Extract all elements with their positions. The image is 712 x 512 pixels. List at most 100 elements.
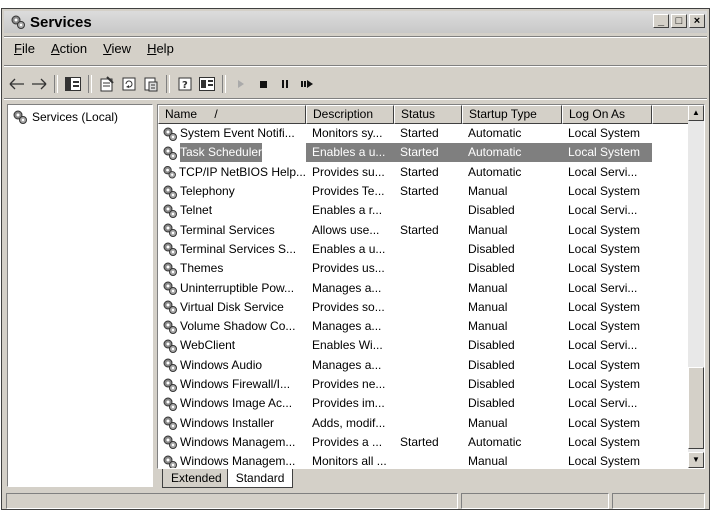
service-startup-type: Manual [468, 299, 508, 314]
column-header-description[interactable]: Description [306, 105, 394, 124]
refresh-button[interactable] [118, 73, 140, 95]
service-description: Provides im... [312, 396, 385, 411]
column-header-description-label: Description [313, 107, 374, 121]
tree-item-services-local[interactable]: Services (Local) [12, 109, 118, 125]
service-description: Provides us... [312, 261, 385, 276]
export-list-button[interactable] [140, 73, 162, 95]
pause-service-button[interactable] [274, 73, 296, 95]
tab-standard-label: Standard [235, 471, 285, 485]
service-log-on-as: Local System [568, 222, 641, 237]
service-log-on-as: Local Servi... [568, 203, 638, 218]
services-window: Services _ □ × File Action View Help ? S… [1, 8, 710, 510]
service-startup-type: Manual [468, 184, 508, 199]
service-row[interactable]: Telephony Provides Te... Started Manual Loca… [158, 182, 690, 201]
restart-service-button[interactable] [296, 73, 318, 95]
forward-button[interactable] [28, 73, 50, 95]
play-icon [238, 80, 244, 88]
menu-file[interactable]: File [6, 39, 43, 59]
service-description: Enables a u... [306, 143, 394, 163]
service-row[interactable]: Windows Managem... Provides a ... Started A… [158, 433, 690, 452]
tab-extended[interactable]: Extended [162, 469, 231, 488]
column-header-name[interactable]: Name / [158, 105, 306, 124]
service-gear-icon [163, 242, 177, 257]
service-description: Monitors sy... [312, 126, 383, 141]
service-name: Themes [180, 261, 224, 276]
help-button[interactable]: ? [174, 73, 196, 95]
view-tabs: Extended Standard [162, 469, 294, 489]
service-description: Provides a ... [312, 434, 383, 449]
stop-service-button[interactable] [252, 73, 274, 95]
service-row[interactable]: Windows Image Ac... Provides im... Disable… [158, 394, 690, 413]
column-header-log-on-as[interactable]: Log On As [562, 105, 652, 124]
menu-file-label: File [14, 41, 35, 56]
service-row[interactable]: Virtual Disk Service Provides so... Manual… [158, 298, 690, 317]
service-row[interactable]: Themes Provides us... Disabled Local System [158, 259, 690, 278]
back-button[interactable] [6, 73, 28, 95]
service-gear-icon [163, 339, 177, 353]
service-row[interactable]: TCP/IP NetBIOS Help... Provides su... Star… [158, 163, 690, 182]
service-gear-icon [163, 358, 177, 373]
toolbar-separator [88, 75, 92, 93]
forward-arrow-icon [32, 78, 47, 90]
service-name: Terminal Services S... [180, 241, 297, 256]
service-log-on-as: Local System [568, 434, 641, 449]
service-name-cell: Windows Image Ac... [158, 394, 306, 413]
menu-action[interactable]: Action [43, 39, 95, 59]
properties-button[interactable] [96, 73, 118, 95]
service-name: Windows Managem... [180, 454, 296, 469]
service-name: TCP/IP NetBIOS Help... [178, 164, 306, 179]
scroll-thumb[interactable] [688, 367, 704, 449]
service-startup-type: Manual [468, 319, 508, 334]
help-icon: ? [178, 77, 192, 91]
menu-action-label: Action [50, 41, 88, 56]
service-row[interactable]: WebClient Enables Wi... Disabled Local Serv… [158, 336, 690, 355]
maximize-button[interactable]: □ [671, 14, 687, 28]
refresh-icon [122, 77, 136, 91]
service-name: Windows Managem... [180, 434, 296, 449]
service-row[interactable]: Windows Firewall/I... Provides ne... Disab… [158, 375, 690, 394]
service-name: Windows Installer [180, 415, 275, 430]
service-status [394, 240, 462, 259]
service-description: Enables a u... [312, 241, 386, 256]
service-row[interactable]: Windows Managem... Monitors all ... Manual… [158, 452, 690, 469]
service-row[interactable]: Telnet Enables a r... Disabled Local Servi.… [158, 201, 690, 220]
title-bar[interactable]: Services _ □ × [4, 11, 707, 33]
service-name: Telnet [180, 203, 213, 218]
column-header-log-on-as-label: Log On As [569, 107, 626, 121]
menu-help[interactable]: Help [139, 39, 182, 59]
column-header-status-label: Status [401, 107, 436, 121]
service-row[interactable]: Task Scheduler Enables a u... Started Autom… [158, 143, 690, 163]
service-row[interactable]: Volume Shadow Co... Manages a... Manual Loc… [158, 317, 690, 336]
start-service-button[interactable] [230, 73, 252, 95]
service-description: Monitors all ... [312, 454, 387, 469]
service-name: Uninterruptible Pow... [180, 280, 295, 295]
service-row[interactable]: Windows Audio Manages a... Disabled Local S… [158, 356, 690, 375]
service-row[interactable]: Windows Installer Adds, modif... Manual Loc… [158, 413, 690, 432]
service-startup-type: Manual [468, 280, 508, 295]
scroll-down-button[interactable]: ▼ [688, 452, 704, 468]
stop-icon [260, 81, 267, 88]
column-header-startup-type[interactable]: Startup Type [462, 105, 562, 124]
service-name: Virtual Disk Service [180, 299, 284, 314]
menu-bar: File Action View Help [6, 39, 182, 59]
service-name: Terminal Services [180, 222, 275, 237]
service-name: Telephony [180, 184, 235, 199]
service-row[interactable]: System Event Notifi... Monitors sy... Star… [158, 124, 690, 143]
show-hide-tree-button[interactable] [62, 73, 84, 95]
service-name-cell: Themes [158, 259, 306, 278]
service-log-on-as: Local System [568, 299, 641, 314]
view-button[interactable] [196, 73, 218, 95]
close-button[interactable]: × [689, 14, 705, 28]
vertical-scrollbar[interactable]: ▲ ▼ [688, 105, 704, 468]
menu-view[interactable]: View [95, 39, 139, 59]
service-row[interactable]: Terminal Services S... Enables a u... Disa… [158, 240, 690, 259]
service-row[interactable]: Terminal Services Allows use... Started Man… [158, 220, 690, 239]
service-row[interactable]: Uninterruptible Pow... Manages a... Manual… [158, 278, 690, 297]
service-name: Windows Image Ac... [180, 396, 293, 411]
column-header-status[interactable]: Status [394, 105, 462, 124]
tab-standard[interactable]: Standard [226, 469, 294, 488]
scroll-up-button[interactable]: ▲ [688, 105, 704, 121]
service-startup-type: Manual [468, 222, 508, 237]
minimize-button[interactable]: _ [653, 14, 669, 28]
service-log-on-as: Local Servi... [568, 280, 638, 295]
